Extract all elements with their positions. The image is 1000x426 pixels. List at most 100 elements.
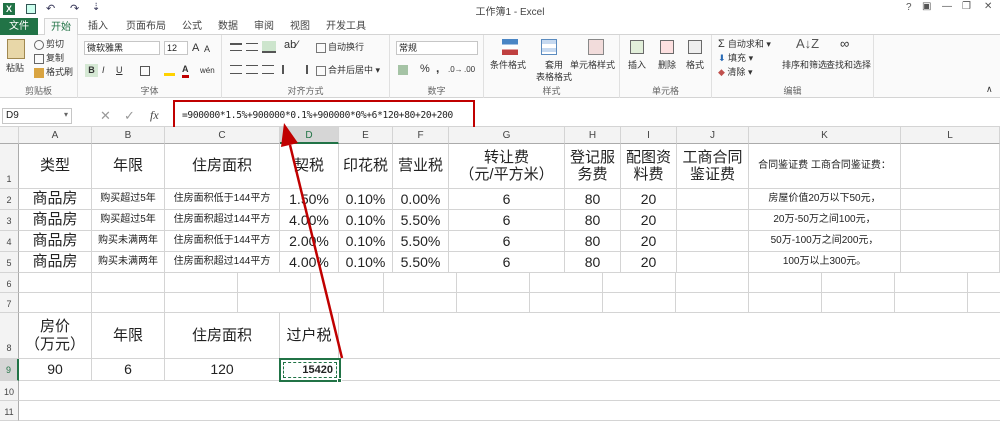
ribbon-display-button[interactable]: ▣ [922,1,931,12]
align-center-icon[interactable] [246,65,258,74]
autosum-button[interactable]: Σ 自动求和 ▾ [718,38,771,50]
restore-button[interactable]: ❐ [962,1,971,12]
copy-icon [34,53,44,64]
insert-cells-icon [630,40,644,54]
collapse-ribbon-icon[interactable]: ∧ [986,83,993,95]
font-color-button[interactable]: A [182,63,189,78]
merge-icon [316,65,326,76]
cell-styles-icon [588,39,604,55]
tab-review[interactable]: 审阅 [248,18,280,35]
undo-icon[interactable]: ↶ [46,2,55,15]
sort-filter-button[interactable]: 排序和筛选 [782,59,827,71]
table-format-button[interactable]: 套用 表格格式 [536,59,572,83]
percent-button[interactable]: % [420,63,430,75]
number-format-select[interactable]: 常规 [396,41,478,55]
format-cells-button[interactable]: 格式 [686,59,704,71]
wrap-text-button[interactable]: 自动换行 [316,41,364,53]
bold-button[interactable]: B [85,64,98,77]
font-size-select[interactable]: 12 [164,41,188,55]
clear-button[interactable]: ◆ 清除 ▾ [718,66,752,78]
tab-insert[interactable]: 插入 [82,18,114,35]
alignment-group: ab⁄ 自动换行 合并后居中 ▾ 对齐方式 [222,35,390,98]
underline-button[interactable]: U [116,64,123,76]
brush-icon [34,67,44,78]
spreadsheet-grid: A B C D E F G H I J K L 1 2 3 4 5 6 7 8 … [0,123,1000,426]
cut-button[interactable]: 剪切 [34,38,64,50]
align-middle-icon[interactable] [246,43,258,51]
window-title: 工作簿1 - Excel [475,7,545,18]
merge-center-button[interactable]: 合并后居中 ▾ [316,64,380,76]
align-top-icon[interactable] [230,43,242,51]
editing-group-label: 编辑 [783,86,802,96]
font-group-label: 字体 [140,86,159,96]
clipboard-group-label: 剪贴板 [24,86,52,96]
delete-cells-button[interactable]: 删除 [658,59,676,71]
italic-button[interactable]: I [102,64,105,76]
title-bar: X ↶ ↷ ⇣ 工作簿1 - Excel ? ▣ — ❐ ✕ [0,0,1000,18]
row-11-cells[interactable] [19,401,1000,421]
styles-group-label: 样式 [542,86,561,96]
shrink-font-button[interactable]: A [204,43,210,55]
tab-formulas[interactable]: 公式 [176,18,208,35]
binoculars-icon: ∞ [840,36,850,51]
sort-filter-icon: A↓Z [796,36,820,51]
minimize-button[interactable]: — [942,1,952,12]
indent-icon[interactable] [282,65,292,74]
align-bottom-icon[interactable] [262,41,276,53]
delete-cells-icon [660,40,674,54]
cells-group-label: 单元格 [651,86,679,96]
eraser-icon: ◆ [718,67,728,77]
conditional-format-icon [502,39,518,55]
tab-developer[interactable]: 开发工具 [320,18,372,35]
cell-styles-button[interactable]: 单元格样式 [570,59,615,71]
help-button[interactable]: ? [906,2,912,13]
cells-group: 插入 删除 格式 单元格 [620,35,712,98]
font-group: 微软雅黑 12 A A B I U A wén 字体 [78,35,222,98]
sigma-icon: Σ [718,38,728,50]
format-cells-icon [688,40,702,54]
customize-icon[interactable]: ⇣ [92,2,100,13]
ribbon-tabs: 文件 开始 插入 页面布局 公式 数据 审阅 视图 开发工具 [0,18,1000,35]
decrease-decimal-icon[interactable]: .00 [464,64,475,76]
editing-group: Σ 自动求和 ▾ ⬇ 填充 ▾ ◆ 清除 ▾ A↓Z 排序和筛选 ∞ 查找和选择… [712,35,874,98]
copy-button[interactable]: 复制 [34,52,64,64]
close-button[interactable]: ✕ [984,1,992,12]
paste-icon[interactable] [7,39,25,59]
redo-icon[interactable]: ↷ [70,2,79,15]
grow-font-button[interactable]: A [192,42,199,54]
phonetic-button[interactable]: wén [200,65,215,77]
tab-data[interactable]: 数据 [212,18,244,35]
scissors-icon [34,39,44,50]
annotation-arrow [281,123,344,359]
clipboard-group: 粘贴 剪切 复制 格式刷 剪贴板 [0,35,78,98]
ribbon-home: 粘贴 剪切 复制 格式刷 剪贴板 微软雅黑 12 A A B I U A wén… [0,35,1000,98]
excel-logo-icon: X [3,3,15,15]
row-header-11[interactable]: 11 [0,401,19,421]
number-group-label: 数字 [427,86,446,96]
conditional-format-button[interactable]: 条件格式 [490,59,526,71]
insert-cells-button[interactable]: 插入 [628,59,646,71]
tab-home[interactable]: 开始 [44,18,78,35]
fill-button[interactable]: ⬇ 填充 ▾ [718,52,753,64]
borders-icon[interactable] [140,66,150,76]
save-icon[interactable] [26,4,36,14]
fill-color-icon[interactable] [164,66,175,76]
font-name-select[interactable]: 微软雅黑 [84,41,160,55]
fill-down-icon: ⬇ [718,53,729,63]
align-left-icon[interactable] [230,65,242,74]
comma-button[interactable]: , [436,62,439,74]
paste-button[interactable]: 粘贴 [6,62,24,74]
format-painter-button[interactable]: 格式刷 [34,66,73,78]
increase-decimal-icon[interactable]: .0→ [448,64,463,76]
currency-icon[interactable] [398,65,408,75]
tab-view[interactable]: 视图 [284,18,316,35]
find-select-button[interactable]: 查找和选择 [826,59,871,71]
tab-file[interactable]: 文件 [0,18,38,35]
orientation-icon[interactable]: ab⁄ [284,39,298,51]
alignment-group-label: 对齐方式 [287,86,324,96]
align-right-icon[interactable] [262,65,274,74]
wrap-icon [316,42,326,53]
outdent-icon[interactable] [298,65,308,74]
tab-page-layout[interactable]: 页面布局 [120,18,172,35]
table-format-icon [541,39,557,55]
